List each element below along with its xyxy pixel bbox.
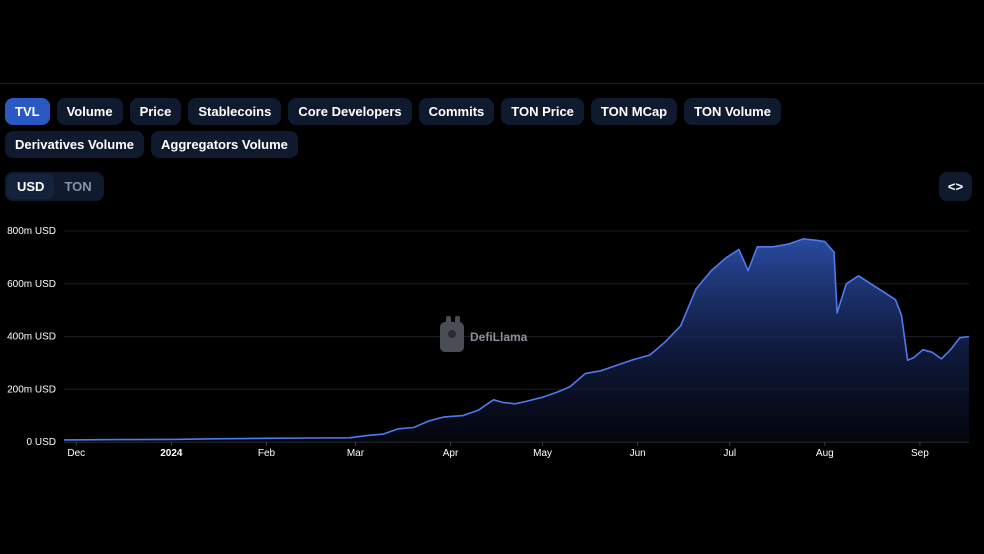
watermark-text: DefiLlama [470,330,528,344]
llama-logo-icon [440,316,464,352]
x-tick-label: Sep [911,448,929,459]
x-tick-label: Jun [630,448,646,459]
x-tick-label: Apr [443,448,459,459]
x-axis: Dec 2024 Feb Mar Apr May Jun Jul Aug Sep [67,442,929,459]
metric-tab-stablecoins[interactable]: Stablecoins [188,98,282,125]
metric-tab-derivatives-volume[interactable]: Derivatives Volume [5,131,144,158]
y-tick-label: 400m USD [7,332,56,343]
currency-option-ton[interactable]: TON [54,174,101,199]
x-tick-label: Dec [67,448,85,459]
x-tick-label: 2024 [160,448,183,459]
y-tick-label: 800m USD [7,226,56,237]
header-divider [0,83,984,84]
metric-tab-volume[interactable]: Volume [56,98,123,125]
metric-tab-ton-mcap[interactable]: TON MCap [590,98,678,125]
watermark: DefiLlama [440,316,528,352]
currency-option-usd[interactable]: USD [7,174,55,199]
y-tick-label: 600m USD [7,279,56,290]
x-tick-label: Feb [258,448,276,459]
x-tick-label: Mar [347,448,365,459]
metric-tabs: TVL Volume Price Stablecoins Core Developers… [5,98,905,158]
metric-tab-core-developers[interactable]: Core Developers [288,98,412,125]
x-tick-label: Jul [723,448,736,459]
x-tick-label: May [533,448,552,459]
metric-tab-aggregators-volume[interactable]: Aggregators Volume [150,131,298,158]
metric-tab-price[interactable]: Price [129,98,182,125]
embed-code-button[interactable]: <> [939,172,972,201]
tvl-chart: 0 USD 200m USD 400m USD 600m USD 800m USD De… [7,226,970,459]
y-axis: 0 USD 200m USD 400m USD 600m USD 800m USD [7,226,56,448]
metric-tab-commits[interactable]: Commits [418,98,495,125]
code-icon: <> [947,179,964,194]
metric-tab-ton-volume[interactable]: TON Volume [684,98,781,125]
metric-tab-ton-price[interactable]: TON Price [501,98,584,125]
currency-toggle: USD TON [5,172,104,201]
y-tick-label: 0 USD [27,437,56,448]
x-tick-label: Aug [816,448,834,459]
metric-tab-tvl[interactable]: TVL [5,98,50,125]
y-tick-label: 200m USD [7,384,56,395]
